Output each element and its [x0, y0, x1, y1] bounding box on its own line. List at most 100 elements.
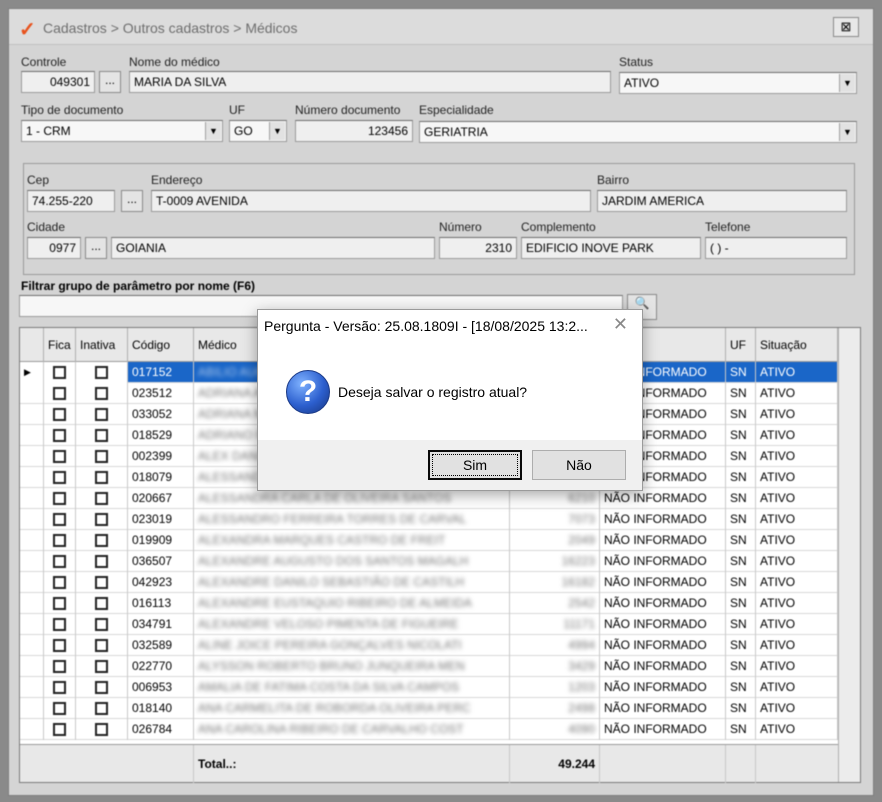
row-indicator-header [20, 328, 44, 362]
inativa-checkbox[interactable] [95, 618, 108, 631]
cidade-lookup-button[interactable]: ... [85, 237, 107, 259]
fica-checkbox[interactable] [53, 618, 66, 631]
table-row[interactable]: 020667 ALESSANDRA CARLA DE OLIVEIRA SANTO… [20, 488, 838, 509]
inativa-checkbox[interactable] [95, 429, 108, 442]
fica-checkbox[interactable] [53, 576, 66, 589]
chevron-down-icon[interactable]: ▼ [205, 122, 221, 140]
esp-cell: NÃO INFORMADO [600, 593, 726, 614]
col-codigo[interactable]: Código [128, 328, 194, 362]
inativa-checkbox[interactable] [95, 513, 108, 526]
fica-checkbox[interactable] [53, 723, 66, 736]
fica-checkbox[interactable] [53, 702, 66, 715]
inativa-checkbox[interactable] [95, 681, 108, 694]
fica-checkbox[interactable] [53, 492, 66, 505]
fica-checkbox[interactable] [53, 639, 66, 652]
num-doc-label: Número documento [295, 103, 401, 117]
fica-cell [44, 551, 76, 572]
fica-cell [44, 509, 76, 530]
fica-checkbox[interactable] [53, 408, 66, 421]
fica-checkbox[interactable] [53, 471, 66, 484]
chevron-down-icon[interactable]: ▼ [269, 122, 285, 140]
fica-checkbox[interactable] [53, 387, 66, 400]
inativa-checkbox[interactable] [95, 723, 108, 736]
sit-cell: ATIVO [756, 383, 838, 404]
esp-cell: NÃO INFORMADO [600, 614, 726, 635]
total-value: 49.244 [510, 745, 600, 783]
fica-checkbox[interactable] [53, 450, 66, 463]
inativa-checkbox[interactable] [95, 555, 108, 568]
close-window-button[interactable]: ⊠ [833, 17, 859, 37]
table-row[interactable]: 026784 ANA CAROLINA RIBEIRO DE CARVALHO C… [20, 719, 838, 740]
endereco-field[interactable]: T-0009 AVENIDA [151, 190, 591, 212]
inativa-checkbox[interactable] [95, 597, 108, 610]
dialog-close-icon[interactable]: ✕ [613, 314, 628, 335]
table-row[interactable]: 016113 ALEXANDRE EUSTAQUIO RIBEIRO DE ALM… [20, 593, 838, 614]
inativa-checkbox[interactable] [95, 366, 108, 379]
fica-cell [44, 593, 76, 614]
chevron-down-icon[interactable]: ▼ [839, 74, 855, 92]
fica-checkbox[interactable] [53, 534, 66, 547]
especialidade-select[interactable]: GERIATRIA ▼ [419, 121, 857, 143]
uf-select[interactable]: GO ▼ [229, 120, 287, 142]
table-row[interactable]: 019909 ALEXANDRA MARQUES CASTRO DE FREIT 2… [20, 530, 838, 551]
grid-scrollbar[interactable] [838, 328, 860, 782]
table-row[interactable]: 006953 AMALIA DE FATIMA COSTA DA SILVA CA… [20, 677, 838, 698]
controle-field[interactable]: 049301 [21, 71, 95, 93]
cep-field[interactable]: 74.255-220 [27, 190, 115, 212]
bairro-field[interactable]: JARDIM AMERICA [597, 190, 847, 212]
complemento-field[interactable]: EDIFICIO INOVE PARK [521, 237, 701, 259]
uf-label: UF [229, 103, 245, 117]
table-row[interactable]: 034791 ALEXANDRE VELOSO PIMENTA DE FIGUEI… [20, 614, 838, 635]
col-fica[interactable]: Fica [44, 328, 76, 362]
col-uf[interactable]: UF [726, 328, 756, 362]
dialog-title-bar: Pergunta - Versão: 25.08.1809I - [18/08/… [258, 310, 642, 340]
controle-lookup-button[interactable]: ... [99, 71, 121, 93]
table-row[interactable]: 018140 ANA CARMELITA DE ROBORDA OLIVEIRA … [20, 698, 838, 719]
cidade-field[interactable]: GOIANIA [111, 237, 435, 259]
yes-button[interactable]: Sim [428, 450, 522, 480]
fica-checkbox[interactable] [53, 366, 66, 379]
tipo-doc-select[interactable]: 1 - CRM ▼ [21, 120, 223, 142]
esp-cell: NÃO INFORMADO [600, 719, 726, 740]
table-row[interactable]: 023019 ALESSANDRO FERREIRA TORRES DE CARV… [20, 509, 838, 530]
numero-field[interactable]: 2310 [439, 237, 517, 259]
inativa-checkbox[interactable] [95, 450, 108, 463]
fica-checkbox[interactable] [53, 513, 66, 526]
inativa-checkbox[interactable] [95, 639, 108, 652]
fica-checkbox[interactable] [53, 555, 66, 568]
cep-lookup-button[interactable]: ... [121, 190, 143, 212]
esp-cell: NÃO INFORMADO [600, 530, 726, 551]
fica-checkbox[interactable] [53, 660, 66, 673]
nome-field[interactable]: MARIA DA SILVA [129, 71, 611, 93]
inativa-cell [76, 467, 128, 488]
chevron-down-icon[interactable]: ▼ [839, 123, 855, 141]
inativa-checkbox[interactable] [95, 702, 108, 715]
no-button[interactable]: Não [532, 450, 626, 480]
footer-spacer [600, 745, 726, 783]
inativa-checkbox[interactable] [95, 471, 108, 484]
inativa-checkbox[interactable] [95, 387, 108, 400]
inativa-checkbox[interactable] [95, 660, 108, 673]
fica-checkbox[interactable] [53, 597, 66, 610]
table-row[interactable]: 042923 ALEXANDRE DANILO SEBASTIÃO DE CAST… [20, 572, 838, 593]
medico-cell: ALEXANDRE EUSTAQUIO RIBEIRO DE ALMEIDA [194, 593, 510, 614]
fica-cell [44, 656, 76, 677]
table-row[interactable]: 036507 ALEXANDRE AUGUSTO DOS SANTOS MAGAL… [20, 551, 838, 572]
fica-checkbox[interactable] [53, 681, 66, 694]
fica-checkbox[interactable] [53, 429, 66, 442]
inativa-checkbox[interactable] [95, 492, 108, 505]
table-row[interactable]: 022770 ALYSSON ROBERTO BRUNO JUNQUEIRA ME… [20, 656, 838, 677]
status-select[interactable]: ATIVO ▼ [619, 72, 857, 94]
col-situacao[interactable]: Situação [756, 328, 838, 362]
telefone-field[interactable]: ( ) - [705, 237, 847, 259]
inativa-checkbox[interactable] [95, 408, 108, 421]
col-inativa[interactable]: Inativa [76, 328, 128, 362]
cidade-code-field[interactable]: 0977 [27, 237, 81, 259]
fica-cell [44, 719, 76, 740]
num-doc-field[interactable]: 123456 [295, 120, 413, 142]
inativa-checkbox[interactable] [95, 576, 108, 589]
inativa-checkbox[interactable] [95, 534, 108, 547]
uf-cell: SN [726, 614, 756, 635]
table-row[interactable]: 032589 ALINE JOICE PEREIRA GONÇALVES NICO… [20, 635, 838, 656]
esp-cell: NÃO INFORMADO [600, 488, 726, 509]
